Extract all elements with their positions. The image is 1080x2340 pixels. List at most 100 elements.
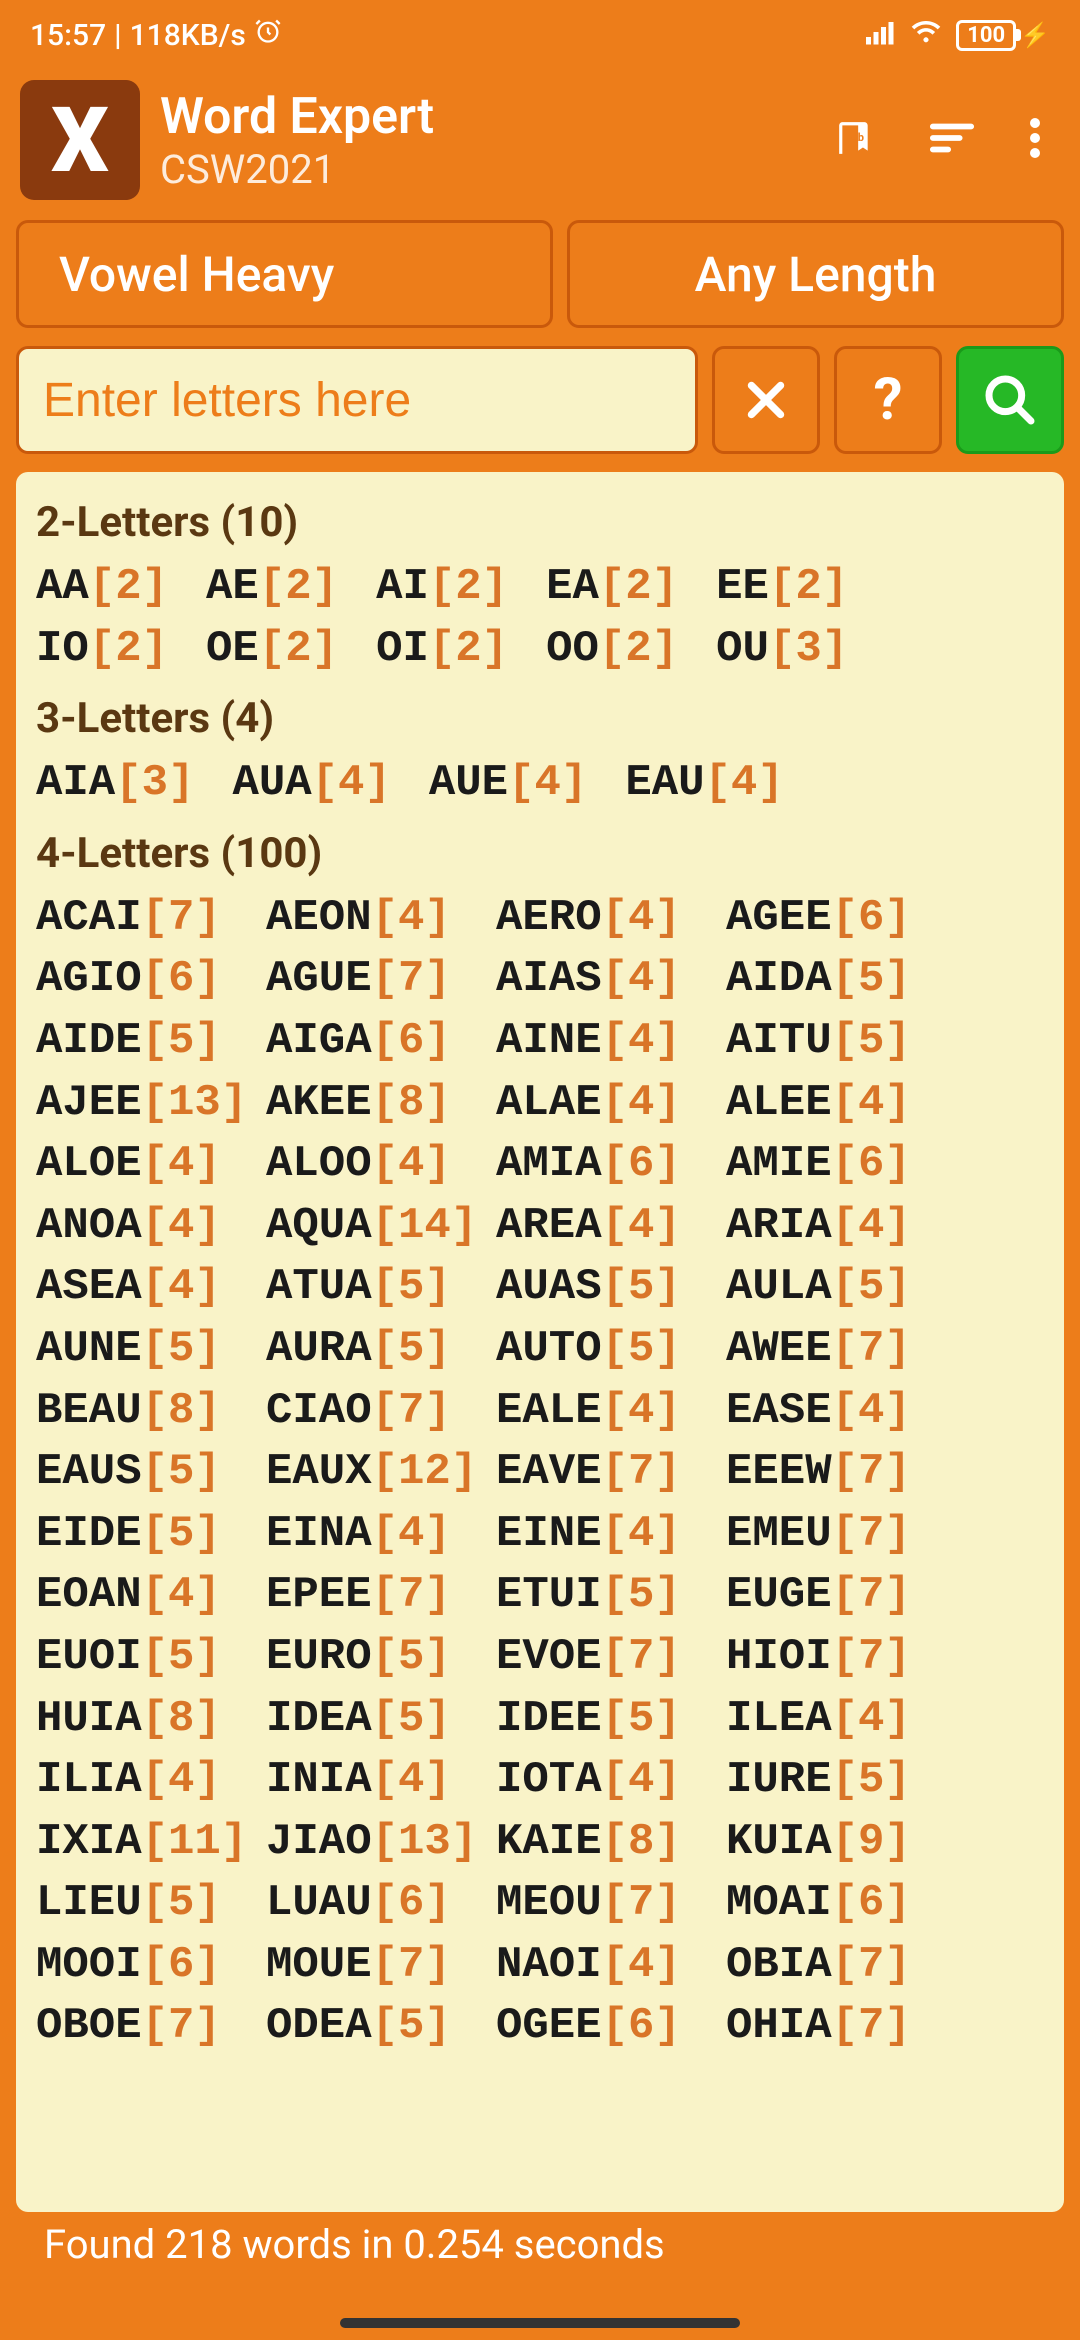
word-item[interactable]: OU[3] bbox=[716, 619, 848, 681]
word-item[interactable]: AUE[4] bbox=[429, 753, 587, 815]
word-item[interactable]: KAIE[8] bbox=[496, 1812, 726, 1874]
word-item[interactable]: AA[2] bbox=[36, 557, 168, 619]
word-item[interactable]: EALE[4] bbox=[496, 1381, 726, 1443]
word-item[interactable]: AMIA[6] bbox=[496, 1134, 726, 1196]
word-item[interactable]: OBOE[7] bbox=[36, 1996, 266, 2058]
word-item[interactable]: ALEE[4] bbox=[726, 1073, 956, 1135]
word-item[interactable]: KUIA[9] bbox=[726, 1812, 956, 1874]
word-item[interactable]: EAU[4] bbox=[625, 753, 783, 815]
word-item[interactable]: AJEE[13] bbox=[36, 1073, 266, 1135]
word-item[interactable]: AERO[4] bbox=[496, 888, 726, 950]
word-item[interactable]: AUTO[5] bbox=[496, 1319, 726, 1381]
word-item[interactable]: BEAU[8] bbox=[36, 1381, 266, 1443]
word-item[interactable]: IDEE[5] bbox=[496, 1689, 726, 1751]
word-item[interactable]: MOAI[6] bbox=[726, 1873, 956, 1935]
word-item[interactable]: EAUS[5] bbox=[36, 1442, 266, 1504]
clear-button[interactable] bbox=[712, 346, 820, 454]
word-item[interactable]: EAUX[12] bbox=[266, 1442, 496, 1504]
word-item[interactable]: EASE[4] bbox=[726, 1381, 956, 1443]
word-item[interactable]: AIDA[5] bbox=[726, 949, 956, 1011]
word-item[interactable]: AIDE[5] bbox=[36, 1011, 266, 1073]
word-item[interactable]: AURA[5] bbox=[266, 1319, 496, 1381]
word-item[interactable]: AGIO[6] bbox=[36, 949, 266, 1011]
word-item[interactable]: ILEA[4] bbox=[726, 1689, 956, 1751]
word-item[interactable]: EAVE[7] bbox=[496, 1442, 726, 1504]
word-item[interactable]: EIDE[5] bbox=[36, 1504, 266, 1566]
word-item[interactable]: IXIA[11] bbox=[36, 1812, 266, 1874]
more-icon[interactable] bbox=[1030, 118, 1040, 162]
word-item[interactable]: AKEE[8] bbox=[266, 1073, 496, 1135]
word-item[interactable]: AMIE[6] bbox=[726, 1134, 956, 1196]
help-button[interactable]: ? bbox=[834, 346, 942, 454]
search-input[interactable] bbox=[16, 346, 698, 454]
word-item[interactable]: IOTA[4] bbox=[496, 1750, 726, 1812]
word-item[interactable]: CIAO[7] bbox=[266, 1381, 496, 1443]
word-item[interactable]: IDEA[5] bbox=[266, 1689, 496, 1751]
word-item[interactable]: ETUI[5] bbox=[496, 1565, 726, 1627]
word-item[interactable]: ACAI[7] bbox=[36, 888, 266, 950]
word-item[interactable]: HUIA[8] bbox=[36, 1689, 266, 1751]
word-item[interactable]: AUNE[5] bbox=[36, 1319, 266, 1381]
word-item[interactable]: HIOI[7] bbox=[726, 1627, 956, 1689]
word-item[interactable]: OO[2] bbox=[546, 619, 678, 681]
word-item[interactable]: AIA[3] bbox=[36, 753, 194, 815]
word-type-filter[interactable]: Vowel Heavy bbox=[16, 220, 553, 328]
word-item[interactable]: LIEU[5] bbox=[36, 1873, 266, 1935]
word-item[interactable]: AINE[4] bbox=[496, 1011, 726, 1073]
word-item[interactable]: AREA[4] bbox=[496, 1196, 726, 1258]
results-panel[interactable]: 2-Letters (10)AA[2]AE[2]AI[2]EA[2]EE[2]I… bbox=[16, 472, 1064, 2212]
word-item[interactable]: EINE[4] bbox=[496, 1504, 726, 1566]
word-item[interactable]: EVOE[7] bbox=[496, 1627, 726, 1689]
word-item[interactable]: AIGA[6] bbox=[266, 1011, 496, 1073]
word-item[interactable]: AULA[5] bbox=[726, 1257, 956, 1319]
word-item[interactable]: OGEE[6] bbox=[496, 1996, 726, 2058]
word-item[interactable]: OBIA[7] bbox=[726, 1935, 956, 1997]
word-item[interactable]: ARIA[4] bbox=[726, 1196, 956, 1258]
search-button[interactable] bbox=[956, 346, 1064, 454]
word-item[interactable]: AQUA[14] bbox=[266, 1196, 496, 1258]
word-item[interactable]: ASEA[4] bbox=[36, 1257, 266, 1319]
word-item[interactable]: MOUE[7] bbox=[266, 1935, 496, 1997]
navigation-handle[interactable] bbox=[340, 2318, 740, 2328]
word-item[interactable]: AEON[4] bbox=[266, 888, 496, 950]
word-item[interactable]: AGEE[6] bbox=[726, 888, 956, 950]
word-item[interactable]: ILIA[4] bbox=[36, 1750, 266, 1812]
word-item[interactable]: EURO[5] bbox=[266, 1627, 496, 1689]
word-item[interactable]: EEEW[7] bbox=[726, 1442, 956, 1504]
word-item[interactable]: INIA[4] bbox=[266, 1750, 496, 1812]
word-item[interactable]: IURE[5] bbox=[726, 1750, 956, 1812]
word-item[interactable]: ANOA[4] bbox=[36, 1196, 266, 1258]
word-item[interactable]: AIAS[4] bbox=[496, 949, 726, 1011]
word-item[interactable]: ODEA[5] bbox=[266, 1996, 496, 2058]
word-item[interactable]: EOAN[4] bbox=[36, 1565, 266, 1627]
word-item[interactable]: AUA[4] bbox=[232, 753, 390, 815]
sort-icon[interactable] bbox=[929, 120, 975, 160]
word-item[interactable]: AI[2] bbox=[376, 557, 508, 619]
word-item[interactable]: EE[2] bbox=[716, 557, 848, 619]
word-item[interactable]: EMEU[7] bbox=[726, 1504, 956, 1566]
word-item[interactable]: AUAS[5] bbox=[496, 1257, 726, 1319]
word-item[interactable]: ATUA[5] bbox=[266, 1257, 496, 1319]
word-item[interactable]: EUGE[7] bbox=[726, 1565, 956, 1627]
dictionary-icon[interactable]: Ab bbox=[836, 119, 874, 161]
word-item[interactable]: OHIA[7] bbox=[726, 1996, 956, 2058]
length-filter[interactable]: Any Length bbox=[567, 220, 1064, 328]
word-item[interactable]: JIAO[13] bbox=[266, 1812, 496, 1874]
word-item[interactable]: AE[2] bbox=[206, 557, 338, 619]
word-item[interactable]: ALOO[4] bbox=[266, 1134, 496, 1196]
word-item[interactable]: ALOE[4] bbox=[36, 1134, 266, 1196]
word-item[interactable]: MOOI[6] bbox=[36, 1935, 266, 1997]
word-item[interactable]: AGUE[7] bbox=[266, 949, 496, 1011]
word-item[interactable]: AITU[5] bbox=[726, 1011, 956, 1073]
app-icon[interactable]: X bbox=[20, 80, 140, 200]
word-item[interactable]: OI[2] bbox=[376, 619, 508, 681]
word-item[interactable]: EUOI[5] bbox=[36, 1627, 266, 1689]
word-item[interactable]: EA[2] bbox=[546, 557, 678, 619]
word-item[interactable]: EPEE[7] bbox=[266, 1565, 496, 1627]
word-item[interactable]: EINA[4] bbox=[266, 1504, 496, 1566]
word-item[interactable]: LUAU[6] bbox=[266, 1873, 496, 1935]
word-item[interactable]: OE[2] bbox=[206, 619, 338, 681]
word-item[interactable]: ALAE[4] bbox=[496, 1073, 726, 1135]
word-item[interactable]: IO[2] bbox=[36, 619, 168, 681]
word-item[interactable]: AWEE[7] bbox=[726, 1319, 956, 1381]
